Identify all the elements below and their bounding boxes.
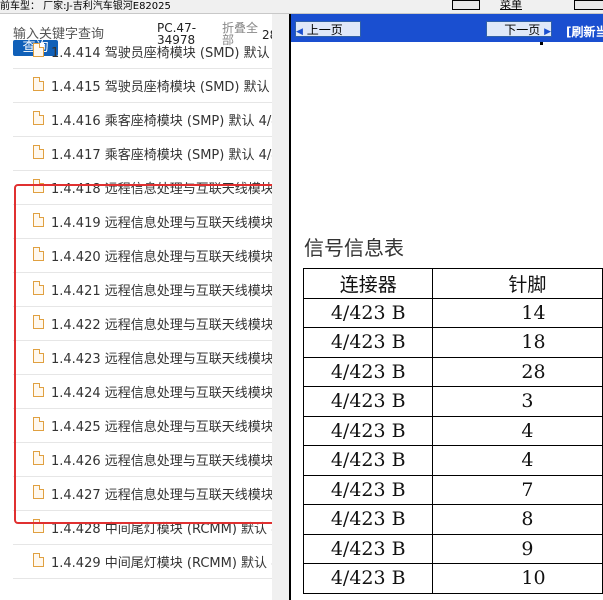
- title-bar: 前车型： 厂家:J-吉利汽车银河E82025 菜单: [0, 0, 603, 14]
- table-row: 4/423 B8: [302, 504, 603, 535]
- cursor-mark: [540, 42, 543, 45]
- tree-item[interactable]: 1.4.415 驾驶员座椅模块 (SMD) 默认 4: [13, 68, 272, 103]
- tree-item-label: 1.4.414 驾驶员座椅模块 (SMD) 默认 4: [51, 46, 272, 61]
- table-row: 4/423 B 10: [302, 563, 603, 594]
- connector-cell: 4/423 B: [302, 356, 434, 387]
- document-icon: [33, 77, 44, 91]
- viewer-nav-bar: ◀ 上一页 下一页 ▶ [刷新当: [291, 14, 603, 42]
- header-pin: 针脚: [432, 268, 603, 299]
- document-icon: [33, 553, 44, 567]
- table-row: 4/423 B3: [302, 386, 603, 417]
- arrow-right-icon: ▶: [544, 27, 551, 37]
- connector-cell: 4/423 B: [302, 445, 434, 476]
- arrow-left-icon: ◀: [296, 27, 303, 37]
- table-row: 4/423 B9: [302, 533, 603, 564]
- pin-cell: 4: [432, 415, 603, 446]
- refresh-link[interactable]: [刷新当: [566, 23, 603, 40]
- signal-table: 连接器 针脚 4/423 B 14 4/423 B 18 4/423 B 28 4/423 …: [302, 268, 603, 594]
- connector-cell: 4/423 B: [302, 297, 434, 328]
- pin-cell: 7: [432, 474, 603, 505]
- document-icon: [33, 145, 44, 159]
- pin-cell: 14: [432, 297, 603, 328]
- tree-item[interactable]: 1.4.429 中间尾灯模块 (RCMM) 默认 4: [13, 544, 272, 579]
- connector-cell: 4/423 B: [302, 533, 434, 564]
- tree-item-label: 1.4.429 中间尾灯模块 (RCMM) 默认 4: [51, 556, 272, 571]
- table-row: 4/423 B 28: [302, 356, 603, 387]
- document-icon: [33, 111, 44, 125]
- table-row: 4/423 B7: [302, 474, 603, 505]
- pin-cell: 9: [432, 533, 603, 564]
- table-row: 4/423 B4: [302, 445, 603, 476]
- pin-cell: 4: [432, 445, 603, 476]
- prev-page-button[interactable]: ◀ 上一页: [295, 21, 361, 37]
- pin-cell: 18: [432, 327, 603, 358]
- document-viewer: ◀ 上一页 下一页 ▶ [刷新当 信号信息表 连接器 针脚 4/423 B 14 4…: [291, 14, 603, 600]
- pin-cell: 3: [432, 386, 603, 417]
- tree-item[interactable]: 1.4.416 乘客座椅模块 (SMP) 默认 4/4: [13, 102, 272, 137]
- pin-cell: 10: [432, 563, 603, 594]
- next-page-button[interactable]: 下一页 ▶: [486, 21, 552, 37]
- document-icon: [33, 43, 44, 57]
- tree-item-label: 1.4.415 驾驶员座椅模块 (SMD) 默认 4: [51, 80, 272, 95]
- toolbar-button-right[interactable]: [574, 0, 603, 10]
- window-title: 前车型： 厂家:J-吉利汽车银河E82025: [0, 1, 171, 12]
- connector-cell: 4/423 B: [302, 327, 434, 358]
- table-row: 4/423 B4: [302, 415, 603, 446]
- section-title: 信号信息表: [304, 236, 404, 260]
- connector-cell: 4/423 B: [302, 386, 434, 417]
- pin-cell: 8: [432, 504, 603, 535]
- table-row: 4/423 B 14: [302, 297, 603, 328]
- tree-item-label: 1.4.416 乘客座椅模块 (SMP) 默认 4/4: [51, 114, 272, 129]
- connector-cell: 4/423 B: [302, 563, 434, 594]
- header-connector: 连接器: [302, 268, 434, 299]
- tree-item[interactable]: 1.4.417 乘客座椅模块 (SMP) 默认 4/4: [13, 136, 272, 171]
- selection-highlight-box: [14, 184, 282, 524]
- table-row: 4/423 B 18: [302, 327, 603, 358]
- panel-splitter[interactable]: [272, 14, 291, 600]
- connector-cell: 4/423 B: [302, 474, 434, 505]
- connector-cell: 4/423 B: [302, 415, 434, 446]
- table-header-row: 连接器 针脚: [302, 268, 603, 299]
- tree-item[interactable]: 1.4.414 驾驶员座椅模块 (SMD) 默认 4: [13, 34, 272, 69]
- menu-link[interactable]: 菜单: [500, 0, 522, 11]
- tree-item-label: 1.4.417 乘客座椅模块 (SMP) 默认 4/4: [51, 148, 272, 163]
- connector-cell: 4/423 B: [302, 504, 434, 535]
- toolbar-button[interactable]: [452, 0, 480, 10]
- pin-cell: 28: [432, 356, 603, 387]
